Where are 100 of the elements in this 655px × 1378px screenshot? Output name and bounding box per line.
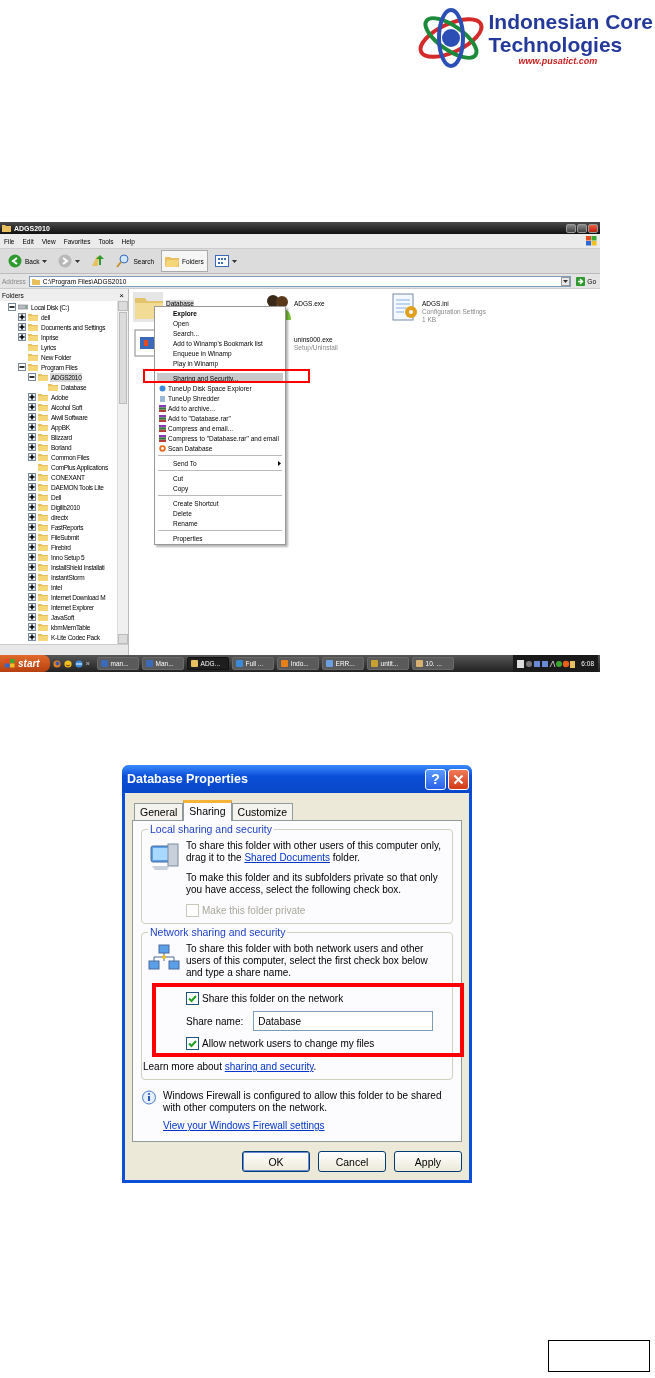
folder-icon — [38, 393, 48, 401]
folder-icon — [38, 523, 48, 531]
dropdown-arrow-icon[interactable] — [561, 276, 571, 286]
close-icon — [453, 773, 464, 785]
checkbox[interactable] — [186, 992, 199, 1005]
folder-icon — [48, 383, 58, 391]
smiley-icon[interactable] — [63, 659, 72, 668]
description-text: To make this folder and its subfolders private so that only you have access, select the following check box. — [186, 872, 439, 896]
link[interactable]: View your Windows Firewall settings — [163, 1120, 325, 1131]
up-folder-icon — [91, 254, 106, 268]
app-icon — [415, 660, 423, 667]
expand-icon[interactable] — [28, 533, 36, 541]
windows-flag-icon — [5, 659, 15, 668]
dropdown-caret-icon — [75, 259, 81, 263]
folder-icon — [38, 503, 48, 511]
scrollbar[interactable] — [117, 301, 128, 644]
expand-icon[interactable] — [28, 573, 36, 581]
group-title: Local sharing and security — [148, 823, 274, 835]
expand-icon[interactable] — [28, 523, 36, 531]
info-icon — [141, 1090, 157, 1106]
books-icon — [159, 414, 166, 422]
folder-icon — [38, 373, 48, 381]
expand-icon[interactable] — [28, 453, 36, 461]
folder-icon — [28, 333, 38, 341]
close-button[interactable] — [588, 223, 598, 233]
dialog-button[interactable]: OK — [242, 1151, 310, 1172]
minimize-button[interactable] — [566, 223, 576, 233]
expand-icon[interactable] — [28, 493, 36, 501]
folder-icon — [38, 463, 48, 471]
folder-icon — [38, 443, 48, 451]
expand-icon[interactable] — [28, 423, 36, 431]
dialog-button[interactable]: Apply — [394, 1151, 462, 1172]
collapse-icon[interactable] — [28, 373, 36, 381]
expand-icon[interactable] — [18, 313, 26, 321]
folder-icon — [38, 593, 48, 601]
folder-icon — [38, 403, 48, 411]
folder-icon — [38, 483, 48, 491]
expand-icon[interactable] — [28, 503, 36, 511]
share-name-field[interactable]: Database — [253, 1011, 434, 1031]
expand-icon[interactable] — [28, 623, 36, 631]
app-icon — [235, 660, 243, 667]
expand-icon[interactable] — [28, 613, 36, 621]
expand-icon[interactable] — [28, 433, 36, 441]
collapse-icon[interactable] — [8, 303, 16, 311]
folder-icon — [31, 277, 40, 285]
checkbox-label[interactable]: Allow network users to change my files — [202, 1038, 375, 1049]
folder-icon — [165, 254, 180, 268]
expand-icon[interactable] — [28, 473, 36, 481]
expand-icon[interactable] — [28, 443, 36, 451]
expand-icon[interactable] — [28, 513, 36, 521]
folder-icon — [38, 603, 48, 611]
expand-icon[interactable] — [28, 543, 36, 551]
expand-icon[interactable] — [28, 553, 36, 561]
app-icon — [145, 660, 153, 667]
field-label: Share name: — [186, 1015, 244, 1027]
checkbox[interactable] — [186, 1037, 199, 1050]
folder-icon — [38, 623, 48, 631]
tray-icons-drawing[interactable] — [517, 659, 576, 668]
disk-icon — [159, 384, 166, 392]
books-icon — [159, 404, 166, 412]
folder-icon — [38, 613, 48, 621]
link[interactable]: Shared Documents — [244, 852, 330, 863]
tab[interactable]: Customize — [231, 803, 294, 820]
arrow-right-icon — [576, 276, 586, 286]
app-icon — [280, 660, 288, 667]
expand-icon[interactable] — [28, 403, 36, 411]
help-button[interactable]: ? — [425, 768, 446, 790]
folder-icon — [38, 573, 48, 581]
expand-icon[interactable] — [28, 603, 36, 611]
expand-icon[interactable] — [28, 413, 36, 421]
start-button[interactable]: start — [0, 655, 50, 672]
folder-icon — [38, 413, 48, 421]
shredder-icon — [159, 394, 166, 402]
expand-icon[interactable] — [28, 393, 36, 401]
expand-icon[interactable] — [18, 333, 26, 341]
folder-icon — [38, 423, 48, 431]
expand-icon[interactable] — [18, 323, 26, 331]
description-text: Learn more about sharing and security. — [143, 1061, 318, 1073]
scrollbar[interactable] — [0, 644, 128, 655]
expand-icon[interactable] — [28, 583, 36, 591]
app-icon — [370, 660, 378, 667]
folder-icon — [38, 543, 48, 551]
globe-icon[interactable] — [74, 659, 83, 668]
close-button[interactable]: × — [119, 290, 124, 300]
folder-icon — [28, 363, 38, 371]
expand-icon[interactable] — [28, 633, 36, 641]
restore-button[interactable] — [577, 223, 587, 233]
expand-icon[interactable] — [28, 483, 36, 491]
group-title: Network sharing and security — [148, 926, 288, 938]
expand-icon[interactable] — [28, 593, 36, 601]
window-title: Database Properties — [127, 772, 248, 786]
browser-icon[interactable] — [52, 659, 61, 668]
tab[interactable]: Sharing — [183, 800, 232, 821]
checkbox-label[interactable]: Share this folder on the network — [202, 993, 344, 1004]
expand-icon[interactable] — [28, 563, 36, 571]
tab[interactable]: General — [134, 803, 184, 820]
dropdown-caret-icon — [231, 259, 237, 263]
folder-icon — [38, 433, 48, 441]
collapse-icon[interactable] — [18, 363, 26, 371]
dialog-button[interactable]: Cancel — [318, 1151, 386, 1172]
